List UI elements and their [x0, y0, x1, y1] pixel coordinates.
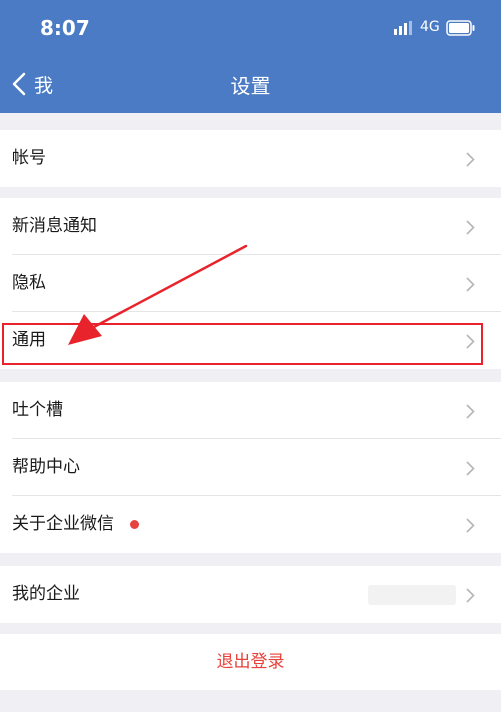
settings-group-account: 帐号	[0, 130, 501, 187]
header: 8:07 4G 我 设置	[0, 0, 501, 113]
settings-item-about[interactable]: 关于企业微信	[0, 496, 501, 553]
chevron-right-icon	[466, 518, 475, 533]
network-type: 4G	[420, 19, 440, 35]
unread-badge-dot	[130, 520, 139, 529]
settings-item-label: 我的企业	[12, 584, 80, 604]
chevron-right-icon	[466, 404, 475, 419]
battery-icon	[446, 20, 475, 36]
signal-icon	[394, 21, 412, 35]
settings-item-help-center[interactable]: 帮助中心	[0, 439, 501, 496]
logout-group: 退出登录	[0, 634, 501, 690]
settings-item-label: 吐个槽	[12, 400, 63, 420]
chevron-right-icon	[466, 152, 475, 167]
settings-item-feedback[interactable]: 吐个槽	[0, 382, 501, 439]
settings-item-label: 隐私	[12, 273, 46, 293]
chevron-right-icon	[466, 220, 475, 235]
nav-bar: 我 设置	[0, 56, 501, 112]
redacted-value	[368, 585, 456, 605]
settings-group-enterprise: 我的企业	[0, 566, 501, 623]
settings-item-label: 帐号	[12, 148, 46, 168]
chevron-right-icon	[466, 277, 475, 292]
settings-item-account[interactable]: 帐号	[0, 130, 501, 187]
chevron-right-icon	[466, 461, 475, 476]
settings-item-label: 通用	[12, 330, 46, 350]
settings-group-general: 新消息通知 隐私 通用	[0, 198, 501, 369]
settings-group-support: 吐个槽 帮助中心 关于企业微信	[0, 382, 501, 553]
settings-item-general[interactable]: 通用	[0, 312, 501, 369]
settings-item-label: 帮助中心	[12, 457, 80, 477]
settings-item-notifications[interactable]: 新消息通知	[0, 198, 501, 255]
chevron-right-icon	[466, 588, 475, 603]
logout-button[interactable]: 退出登录	[0, 634, 501, 690]
page-title: 设置	[230, 74, 271, 98]
status-bar: 8:07 4G	[0, 0, 501, 56]
chevron-right-icon	[466, 334, 475, 349]
settings-item-privacy[interactable]: 隐私	[0, 255, 501, 312]
settings-item-label: 新消息通知	[12, 216, 97, 236]
settings-item-label: 关于企业微信	[12, 514, 114, 534]
status-time: 8:07	[40, 16, 90, 40]
settings-item-my-enterprise[interactable]: 我的企业	[0, 566, 501, 623]
